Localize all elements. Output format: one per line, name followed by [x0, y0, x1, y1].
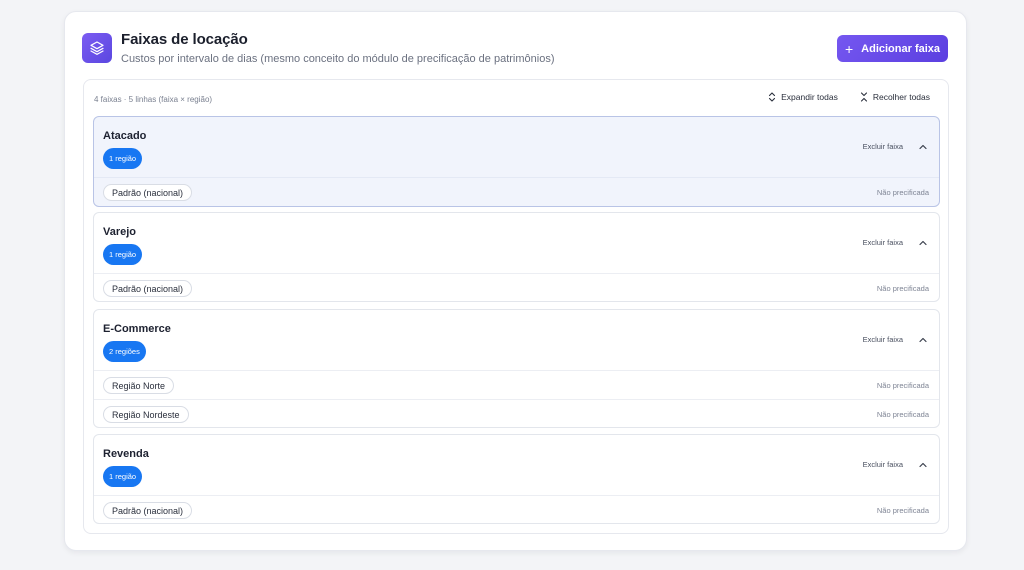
tier-group: E-Commerce 2 regiões Excluir faixa Regiã…: [93, 309, 940, 428]
region-count-badge: 1 região: [103, 244, 143, 265]
region-chip: Padrão (nacional): [103, 280, 193, 297]
tiers-card: Faixas de locação Custos por intervalo d…: [64, 11, 967, 551]
tier-group-header[interactable]: Atacado 1 região Excluir faixa: [94, 117, 939, 177]
delete-tier-button[interactable]: Excluir faixa: [863, 142, 903, 151]
layers-icon: [82, 33, 112, 63]
region-chip: Padrão (nacional): [103, 184, 193, 201]
tier-group-header[interactable]: Revenda 1 região Excluir faixa: [94, 435, 939, 495]
tier-name: E-Commerce: [103, 323, 171, 335]
collapse-all-label: Recolher todas: [872, 92, 930, 102]
tier-group-header[interactable]: Varejo 1 região Excluir faixa: [94, 213, 939, 273]
region-row: Região Norte Não precificada: [94, 370, 939, 399]
tier-name: Varejo: [103, 226, 137, 238]
delete-tier-button[interactable]: Excluir faixa: [863, 238, 903, 247]
region-count-badge: 1 região: [103, 148, 143, 169]
plus-icon: +: [844, 40, 854, 57]
pricing-status: Não precificada: [876, 188, 929, 197]
tier-name: Atacado: [103, 130, 147, 142]
page-subtitle: Custos por intervalo de dias (mesmo conc…: [121, 53, 555, 65]
tier-group-header[interactable]: E-Commerce 2 regiões Excluir faixa: [94, 310, 939, 370]
tiers-panel: 4 faixas · 5 linhas (faixa × região) Exp…: [83, 79, 949, 534]
pricing-status: Não precificada: [876, 506, 929, 515]
region-row: Região Nordeste Não precificada: [94, 399, 939, 427]
tiers-summary: 4 faixas · 5 linhas (faixa × região): [94, 95, 213, 104]
chevron-up-icon[interactable]: [917, 141, 929, 153]
tier-group: Varejo 1 região Excluir faixa Padrão (na…: [93, 212, 940, 302]
region-chip: Padrão (nacional): [103, 502, 193, 519]
page-title: Faixas de locação: [121, 31, 248, 48]
region-count-badge: 2 regiões: [103, 341, 146, 362]
collapse-all-button[interactable]: Recolher todas: [860, 92, 930, 102]
delete-tier-button[interactable]: Excluir faixa: [863, 460, 903, 469]
toolbar-actions: Expandir todas Recolher todas: [768, 92, 930, 102]
chevron-up-icon[interactable]: [917, 237, 929, 249]
expand-all-label: Expandir todas: [781, 92, 838, 102]
region-count-badge: 1 região: [103, 466, 143, 487]
tier-name: Revenda: [103, 448, 149, 460]
chevron-up-icon[interactable]: [917, 334, 929, 346]
tier-group: Atacado 1 região Excluir faixa Padrão (n…: [93, 116, 940, 207]
region-chip: Região Norte: [103, 377, 175, 394]
region-row: Padrão (nacional) Não precificada: [94, 177, 939, 206]
delete-tier-button[interactable]: Excluir faixa: [863, 335, 903, 344]
region-row: Padrão (nacional) Não precificada: [94, 273, 939, 301]
add-tier-label: Adicionar faixa: [861, 42, 941, 55]
pricing-status: Não precificada: [876, 284, 929, 293]
pricing-status: Não precificada: [876, 410, 929, 419]
region-row: Padrão (nacional) Não precificada: [94, 495, 939, 523]
tier-group: Revenda 1 região Excluir faixa Padrão (n…: [93, 434, 940, 524]
chevron-up-icon[interactable]: [917, 459, 929, 471]
add-tier-button[interactable]: + Adicionar faixa: [837, 35, 948, 62]
region-chip: Região Nordeste: [103, 406, 189, 423]
expand-all-button[interactable]: Expandir todas: [768, 92, 838, 102]
expand-icon: [769, 92, 776, 102]
pricing-status: Não precificada: [876, 381, 929, 390]
collapse-icon: [860, 92, 867, 102]
